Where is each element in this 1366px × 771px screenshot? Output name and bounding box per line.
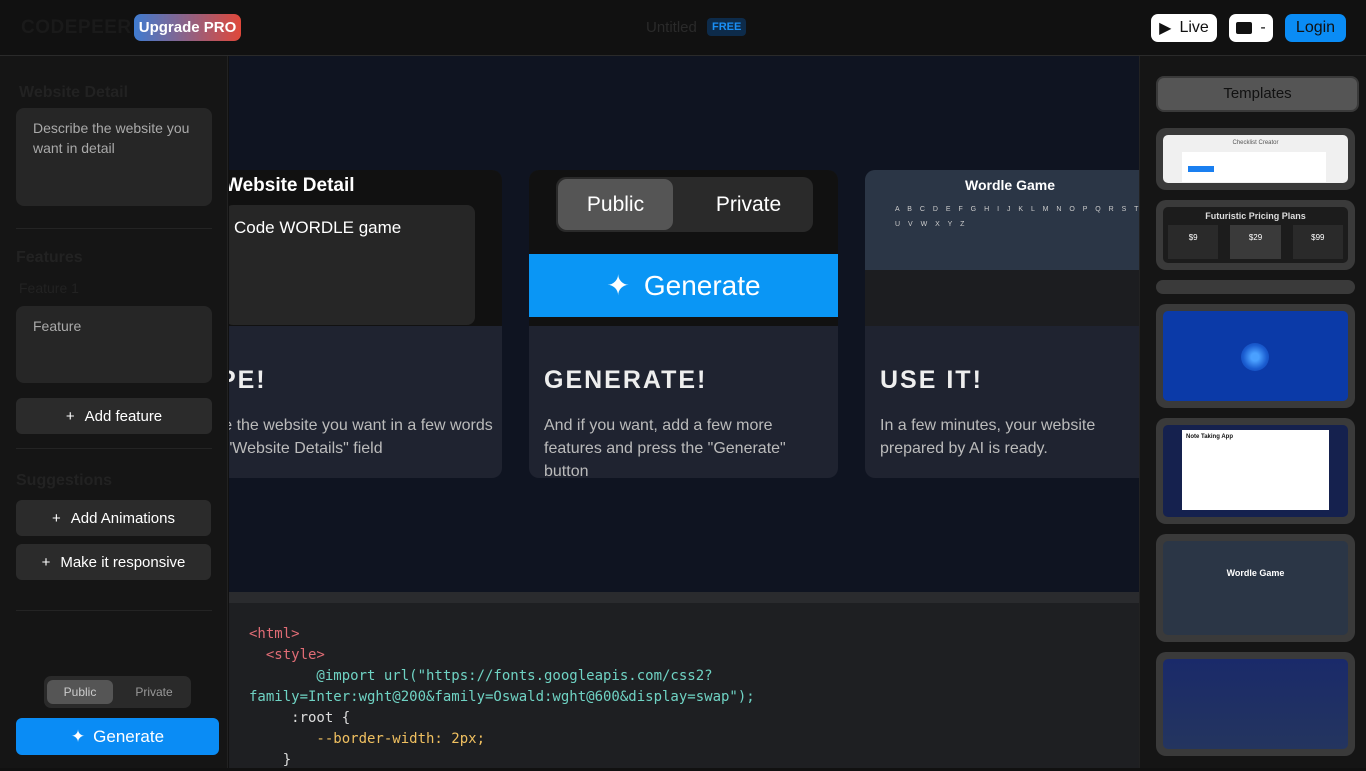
live-button[interactable]: ▶ Live [1151,14,1217,42]
step-card-type: Website Detail Code WORDLE game TYPE! De… [229,170,502,478]
suggestion-add-animations[interactable]: + Add Animations [16,500,211,536]
template-dark-landing[interactable] [1156,652,1355,756]
preview-title: Website Detail [229,175,355,196]
plan-badge: FREE [707,18,747,36]
logo[interactable]: CODEPEER [21,17,132,39]
template-title: Checklist Creator [1232,140,1279,146]
code-line: :root { [249,710,351,726]
plus-icon: + [65,407,75,425]
template-note-taking-app[interactable]: Note Taking App [1156,418,1355,524]
sparkles-icon: ✦ [70,726,86,746]
preview-generate-label: Generate [643,269,761,301]
preview-title: Wordle Game [965,177,1055,193]
ticket-count: - [1260,19,1266,36]
code-line: family=Inter:wght@200&family=Oswald:wght… [249,689,755,705]
divider [16,448,212,449]
template-pricing-plans[interactable]: Futuristic Pricing Plans $9 $29 $99 [1156,200,1355,270]
card-title: TYPE! [229,366,267,394]
template-title: Futuristic Pricing Plans [1205,211,1306,221]
step-card-use: Wordle Game A B C D E F G H I J K L M N … [865,170,1139,478]
template-wordle-game[interactable]: Wordle Game [1156,534,1355,642]
visibility-toggle: Public Private [44,676,191,708]
suggestion-label: Make it responsive [60,553,186,571]
templates-button[interactable]: Templates [1156,76,1359,112]
preview-code [865,270,1139,326]
template-blank[interactable] [1156,280,1355,294]
template-blue-spinner[interactable] [1156,304,1355,408]
top-bar: CODEPEER Upgrade PRO Untitled FREE ▶ Live… [0,0,1366,56]
templates-panel: Templates Checklist Creator Futuristic P… [1139,56,1366,768]
preview-generate-button: ✦ Generate [529,254,838,317]
plus-icon: + [52,509,61,527]
suggestion-make-responsive[interactable]: + Make it responsive [16,544,211,580]
sparkles-icon: ✦ [606,270,630,301]
left-sidebar: Website Detail Describe the website you … [0,56,228,768]
card-title: GENERATE! [544,366,708,394]
card-title: USE IT! [880,366,983,394]
preview-input: Code WORDLE game [229,205,475,325]
add-feature-label: Add feature [84,407,163,425]
card-text: Describe the website you want in a few w… [229,417,493,457]
card-text: And if you want, add a few more features… [544,417,786,478]
ticket-icon [1236,22,1253,34]
code-line: <html> [249,626,300,642]
tickets-button[interactable]: - [1229,14,1273,42]
code-line: --border-width: 2px; [249,731,486,747]
add-feature-button[interactable]: + Add feature [16,398,212,434]
plus-icon: + [41,553,51,571]
plan-price: $9 [1168,225,1219,259]
code-editor[interactable]: <html> <style> @import url("https://font… [229,592,1139,768]
step-card-generate: Public Private ✦ Generate GENERATE! And i… [529,170,838,478]
template-title: Note Taking App [1186,434,1233,440]
divider [16,228,212,229]
feature-1-label: Feature 1 [19,280,79,296]
suggestion-label: Add Animations [70,509,175,527]
card-text: In a few minutes, your website prepared … [880,417,1096,457]
code-line: <style> [249,647,325,663]
generate-label: Generate [93,726,165,746]
divider [16,610,212,611]
project-title[interactable]: Untitled [646,19,697,36]
preview-public: Public [558,179,673,230]
onboarding-carousel: Website Detail Code WORDLE game TYPE! De… [229,56,1139,592]
preview-letters: A B C D E F G H I J K L M N O P Q R S T … [895,206,1139,228]
feature-input[interactable]: Feature [16,306,212,383]
code-line: @import url("https://fonts.googleapis.co… [249,668,713,684]
login-button[interactable]: Login [1285,14,1346,42]
template-checklist-creator[interactable]: Checklist Creator [1156,128,1355,190]
live-label: Live [1179,19,1209,36]
public-option[interactable]: Public [47,680,113,704]
generate-button[interactable]: ✦ Generate [16,718,219,755]
template-title: Wordle Game [1226,568,1285,578]
website-detail-label: Website Detail [19,84,129,101]
preview-private: Private [715,193,782,216]
upgrade-pro-button[interactable]: Upgrade PRO [134,14,241,41]
private-option[interactable]: Private [121,680,187,704]
plan-price: $99 [1292,225,1343,259]
suggestions-label: Suggestions [16,472,113,489]
features-label: Features [16,249,83,266]
plan-price: $29 [1230,225,1281,259]
play-icon: ▶ [1159,20,1172,37]
website-detail-input[interactable]: Describe the website you want in detail [16,108,212,206]
